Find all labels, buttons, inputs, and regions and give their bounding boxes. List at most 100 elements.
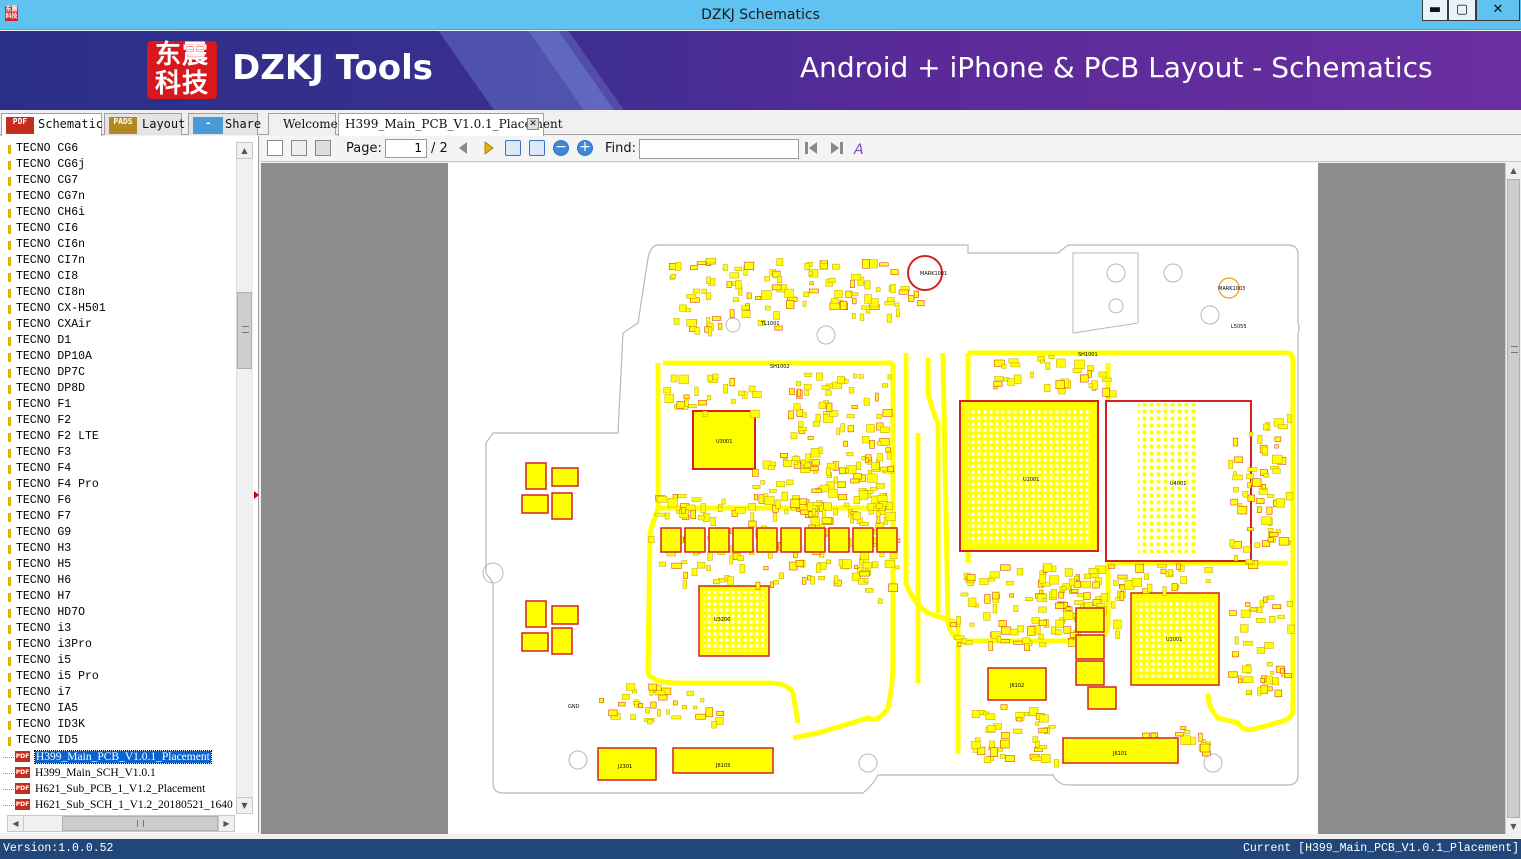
- fit-width-icon[interactable]: [505, 140, 521, 156]
- close-button[interactable]: ✕: [1476, 0, 1520, 21]
- tree-file[interactable]: PDF H399_Main_SCH_V1.0.1: [0, 765, 236, 781]
- open-file-icon[interactable]: [267, 140, 283, 156]
- tree-folder[interactable]: TECNO DP8D: [0, 381, 236, 397]
- tab-welcome[interactable]: Welcome: [268, 113, 338, 135]
- zoom-in-icon[interactable]: +: [577, 140, 593, 156]
- pcb-pad: [869, 440, 875, 449]
- pcb-pad: [1001, 626, 1012, 635]
- find-next-icon[interactable]: [829, 140, 845, 156]
- tree-folder[interactable]: TECNO F6: [0, 493, 236, 509]
- tree-file[interactable]: PDF H621_Sub_SCH_1_V1.2_20180521_1640: [0, 797, 236, 813]
- tree-folder[interactable]: TECNO CX-H501: [0, 301, 236, 317]
- tree-vertical-scrollbar[interactable]: [236, 142, 253, 812]
- tree-file[interactable]: PDF H621_Sub_PCB_1_V1.2_Placement: [0, 781, 236, 797]
- tree-folder[interactable]: TECNO F1: [0, 397, 236, 413]
- pcb-pad: [1088, 568, 1098, 574]
- tree-folder[interactable]: TECNO i5 Pro: [0, 669, 236, 685]
- tree-folder[interactable]: TECNO i5: [0, 653, 236, 669]
- minimize-button[interactable]: ▬: [1422, 0, 1448, 21]
- find-input[interactable]: [639, 139, 799, 159]
- tree-folder[interactable]: TECNO CXAir: [0, 317, 236, 333]
- document-viewer[interactable]: U3001 U3200 U1001 U4001 U2001 J6101 J230…: [261, 163, 1505, 834]
- pcb-pad: [784, 509, 789, 515]
- pcb-pad: [811, 488, 822, 493]
- pcb-pad: [957, 641, 962, 647]
- viewer-vertical-scrollbar[interactable]: ▲ ▼: [1505, 163, 1521, 834]
- fit-page-icon[interactable]: [529, 140, 545, 156]
- copy-icon[interactable]: [291, 140, 307, 156]
- pcb-pad: [706, 292, 712, 300]
- tree-folder[interactable]: TECNO i3Pro: [0, 637, 236, 653]
- viewer-scroll-thumb[interactable]: [1507, 179, 1520, 818]
- tree-folder[interactable]: TECNO CG7: [0, 173, 236, 189]
- file-tree: TECNO CG6 TECNO CG6j TECNO CG7 TECNO CG7n TE…: [0, 136, 259, 833]
- tree-folder[interactable]: TECNO IA5: [0, 701, 236, 717]
- tree-folder[interactable]: TECNO H7: [0, 589, 236, 605]
- tree-folder[interactable]: TECNO i7: [0, 685, 236, 701]
- svg-text:A: A: [853, 142, 864, 156]
- pcb-pad: [705, 257, 716, 264]
- tree-folder[interactable]: TECNO CI8: [0, 269, 236, 285]
- tree-folder[interactable]: TECNO HD7O: [0, 605, 236, 621]
- tree-folder[interactable]: TECNO CI7n: [0, 253, 236, 269]
- tree-folder[interactable]: TECNO CH6i: [0, 205, 236, 221]
- tree-folder[interactable]: TECNO CI6n: [0, 237, 236, 253]
- tree-file[interactable]: PDF H399_Main_PCB_V1.0.1_Placement: [0, 749, 236, 765]
- tab-share[interactable]: ☁ Share: [188, 113, 261, 135]
- tree-folder[interactable]: TECNO ID5: [0, 733, 236, 749]
- tree-folder[interactable]: TECNO DP7C: [0, 365, 236, 381]
- scroll-right-icon[interactable]: ▶: [218, 815, 235, 832]
- pcb-pad: [667, 498, 678, 508]
- tree-folder[interactable]: TECNO F2 LTE: [0, 429, 236, 445]
- tree-folder[interactable]: TECNO H5: [0, 557, 236, 573]
- splitter-collapse-icon[interactable]: [254, 491, 259, 499]
- tree-folder[interactable]: TECNO i3: [0, 621, 236, 637]
- pcb-pad: [1242, 491, 1249, 498]
- tree-folder[interactable]: TECNO CG6j: [0, 157, 236, 173]
- scroll-up-icon[interactable]: ▲: [1506, 163, 1521, 178]
- tree-folder-label: TECNO ID3K: [16, 718, 86, 731]
- tree-folder[interactable]: TECNO CI6: [0, 221, 236, 237]
- tab-schematic[interactable]: PDF Schematic: [1, 113, 103, 136]
- highlight-text-icon[interactable]: A: [853, 140, 869, 156]
- tree-folder[interactable]: TECNO F4 Pro: [0, 477, 236, 493]
- tree-folder[interactable]: TECNO CI8n: [0, 285, 236, 301]
- next-page-icon[interactable]: [481, 140, 497, 156]
- tree-folder[interactable]: TECNO CG6: [0, 141, 236, 157]
- scroll-down-icon[interactable]: ▼: [236, 797, 253, 814]
- tree-hscroll-thumb[interactable]: [62, 816, 218, 831]
- tree-folder[interactable]: TECNO D1: [0, 333, 236, 349]
- pcb-pad: [949, 622, 957, 627]
- tree-folder[interactable]: TECNO H6: [0, 573, 236, 589]
- scroll-left-icon[interactable]: ◀: [7, 815, 24, 832]
- scroll-down-icon[interactable]: ▼: [1506, 819, 1521, 834]
- tab-layout[interactable]: PADS Layout: [104, 113, 185, 135]
- tree-scroll-thumb[interactable]: [237, 292, 252, 369]
- pcb-pad: [1096, 603, 1106, 608]
- previous-page-icon[interactable]: [455, 140, 471, 156]
- zoom-out-icon[interactable]: −: [553, 140, 569, 156]
- pcb-pad: [887, 374, 892, 380]
- maximize-button[interactable]: ▢: [1448, 0, 1476, 21]
- find-previous-icon[interactable]: [803, 140, 819, 156]
- tree-folder[interactable]: TECNO ID3K: [0, 717, 236, 733]
- pcb-pad: [845, 290, 853, 298]
- scroll-up-icon[interactable]: ▲: [236, 142, 253, 159]
- tree-folder[interactable]: TECNO DP10A: [0, 349, 236, 365]
- tree-folder[interactable]: TECNO F7: [0, 509, 236, 525]
- tab-document[interactable]: H399_Main_PCB_V1.0.1_Placement ✕: [338, 113, 563, 136]
- pcb-pad: [1246, 690, 1252, 695]
- pcb-pad: [648, 683, 657, 691]
- print-icon[interactable]: [315, 140, 331, 156]
- tree-folder[interactable]: TECNO H3: [0, 541, 236, 557]
- close-tab-icon[interactable]: ✕: [527, 118, 539, 130]
- page-number-input[interactable]: 1: [385, 139, 427, 158]
- tree-folder[interactable]: TECNO F4: [0, 461, 236, 477]
- folder-icon: [8, 305, 11, 314]
- page-total: / 2: [431, 141, 448, 156]
- tree-folder[interactable]: TECNO F3: [0, 445, 236, 461]
- tree-folder[interactable]: TECNO G9: [0, 525, 236, 541]
- tree-folder[interactable]: TECNO F2: [0, 413, 236, 429]
- pcb-pad: [846, 452, 854, 457]
- tree-folder[interactable]: TECNO CG7n: [0, 189, 236, 205]
